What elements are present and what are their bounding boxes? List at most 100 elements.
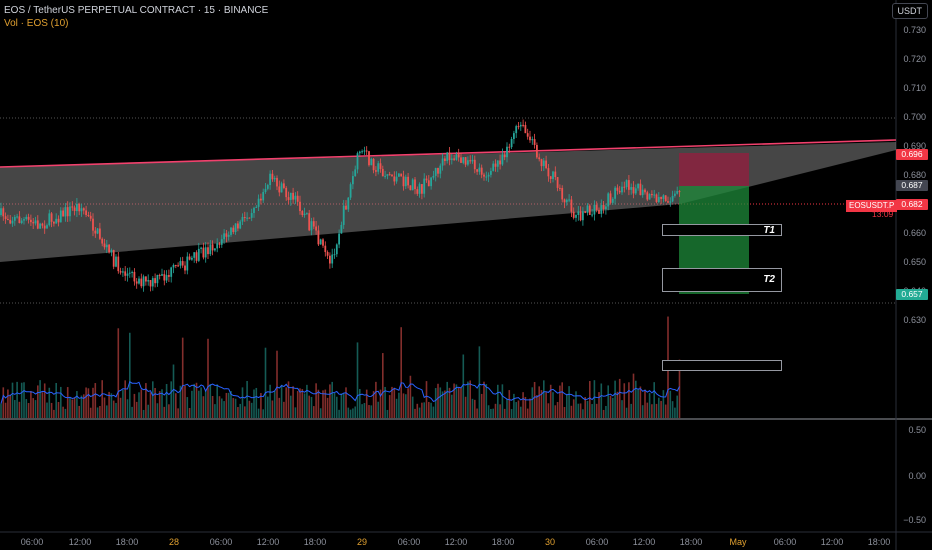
volume-bar [388, 395, 391, 418]
volume-bar [591, 404, 593, 418]
candle [586, 205, 589, 213]
price-chart[interactable] [0, 0, 932, 550]
empty-note-box[interactable] [662, 360, 782, 371]
candle [128, 272, 131, 274]
volume-bar [515, 402, 517, 418]
oscillator-axis-label: 0.50 [908, 425, 926, 435]
candle [538, 157, 541, 160]
volume-bar [138, 392, 140, 418]
candle [503, 154, 506, 158]
candle [211, 244, 214, 251]
volume-bar [27, 403, 30, 418]
volume-bar [446, 381, 448, 418]
candle [197, 248, 200, 261]
volume-bar [409, 375, 412, 418]
candle [223, 233, 225, 240]
candle [531, 139, 534, 141]
candle [119, 271, 122, 273]
volume-legend[interactable]: Vol · EOS (10) [4, 17, 268, 30]
candle [372, 158, 375, 171]
candle [354, 169, 357, 177]
candle [105, 244, 108, 248]
candle [184, 265, 186, 271]
candle [110, 250, 113, 253]
candle [283, 183, 285, 188]
candle [23, 219, 25, 221]
volume-bar [271, 400, 274, 418]
volume-bar [618, 378, 621, 418]
volume-bar [195, 382, 198, 418]
currency-button[interactable]: USDT [891, 3, 928, 19]
price-axis-label: 0.680 [903, 170, 926, 180]
candle [476, 169, 478, 172]
candle [78, 203, 81, 212]
volume-bar [635, 380, 637, 418]
volume-bar [168, 404, 170, 418]
candle [319, 239, 322, 245]
candle [87, 215, 90, 217]
candle [388, 174, 391, 176]
candle [151, 278, 154, 287]
volume-bar [393, 387, 396, 418]
candle [676, 191, 679, 194]
candle [69, 206, 71, 217]
candle [112, 250, 115, 267]
candle [533, 139, 536, 145]
candle [391, 174, 393, 177]
candle [243, 217, 246, 219]
volume-bar [112, 400, 115, 418]
candle [648, 193, 651, 200]
candle [103, 243, 106, 248]
volume-bar [9, 394, 11, 418]
volume-bar [602, 409, 605, 418]
oscillator-axis-label: 0.00 [908, 471, 926, 481]
price-axis-label: 0.630 [903, 315, 926, 325]
volume-bar [30, 390, 32, 418]
candle [66, 207, 69, 217]
candle [499, 160, 501, 165]
candle [18, 216, 21, 224]
candle [170, 267, 173, 277]
stop-loss-zone[interactable] [679, 153, 749, 186]
candle [611, 198, 614, 203]
candle [455, 154, 458, 160]
volume-bar [204, 389, 207, 418]
target-1-box[interactable]: T1 [662, 224, 782, 236]
candle [404, 176, 407, 187]
candle [340, 224, 343, 234]
volume-bar [651, 404, 653, 418]
volume-bar [232, 398, 235, 418]
candle [53, 221, 55, 224]
candle [671, 195, 674, 202]
volume-bar [142, 409, 145, 418]
volume-bar [283, 401, 285, 418]
volume-bar [478, 346, 481, 418]
candle [421, 184, 423, 194]
volume-bar [616, 391, 619, 418]
volume-bar [671, 401, 674, 418]
volume-bar [315, 383, 317, 418]
candle [101, 238, 104, 244]
candle [165, 275, 168, 281]
volume-bar [170, 381, 172, 418]
target-2-box[interactable]: T2 [662, 268, 782, 292]
candle [402, 176, 405, 187]
volume-bar [87, 388, 90, 418]
volume-bar [428, 401, 430, 418]
candle [634, 188, 637, 194]
volume-bar [641, 405, 644, 418]
volume-bar [660, 400, 662, 418]
candle [126, 273, 129, 276]
candle [345, 205, 347, 210]
volume-bar [237, 407, 239, 418]
candle [25, 216, 28, 220]
time-axis-label: 12:00 [820, 537, 844, 547]
volume-bar [301, 389, 304, 418]
volume-bar [152, 381, 154, 418]
volume-bar [2, 387, 5, 418]
time-axis-label: 06:00 [20, 537, 44, 547]
volume-bar [662, 390, 665, 418]
symbol-title[interactable]: EOS / TetherUS PERPETUAL CONTRACT · 15 ·… [4, 4, 268, 17]
volume-bar [66, 387, 69, 418]
candle [375, 170, 377, 172]
